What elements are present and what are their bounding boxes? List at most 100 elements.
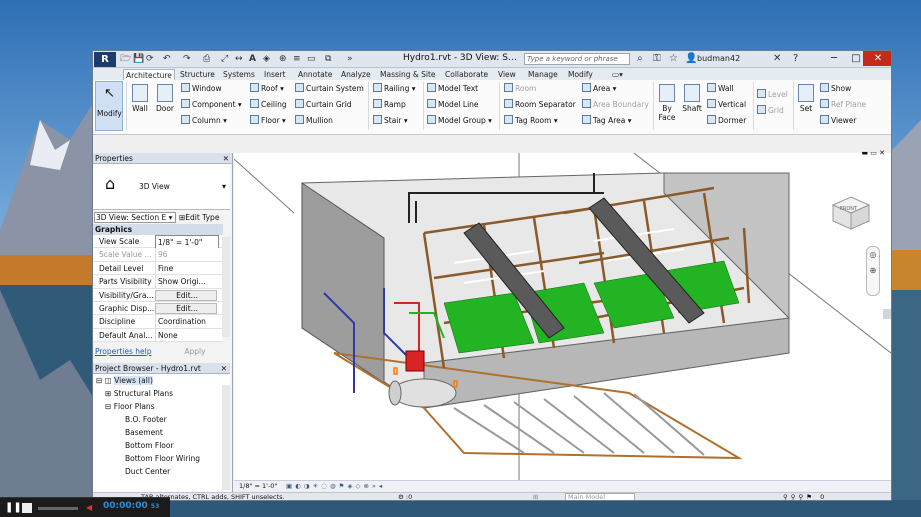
dormer-button[interactable]: Dormer xyxy=(707,115,746,126)
vertical-button[interactable]: Vertical xyxy=(707,99,746,110)
window-button[interactable]: Window xyxy=(181,83,222,94)
column-button[interactable]: Column ▾ xyxy=(181,115,227,126)
tab-insert[interactable]: Insert xyxy=(262,69,288,80)
tree-node-views-all[interactable]: ⊟ ◫ Views (all) xyxy=(93,374,230,387)
pause-icon[interactable]: ❚❚ xyxy=(5,502,22,514)
print-icon[interactable]: ⎙ xyxy=(203,54,210,65)
table-row[interactable]: Discipline Coordination xyxy=(93,315,223,329)
user-name[interactable]: budman42 xyxy=(697,54,740,63)
measure-icon[interactable]: ⤢ xyxy=(221,54,228,65)
properties-scrollbar[interactable] xyxy=(222,237,230,337)
component-button[interactable]: Component ▾ xyxy=(181,99,242,110)
design-options-icon[interactable]: ⊞ xyxy=(533,493,538,500)
tab-manage[interactable]: Manage xyxy=(526,69,560,80)
instance-dropdown[interactable]: 3D View: Section E ▾ xyxy=(94,212,176,223)
tree-item[interactable]: B.O. Footer xyxy=(93,413,230,426)
stop-icon[interactable] xyxy=(22,503,32,513)
volume-icon[interactable]: ◀ xyxy=(86,503,96,513)
seek-bar[interactable] xyxy=(38,507,78,510)
ramp-button[interactable]: Ramp xyxy=(373,99,406,110)
viewport-window-controls[interactable]: ▬ ▭ ✕ xyxy=(860,149,885,165)
redo-icon[interactable]: ↷ xyxy=(183,54,191,65)
switch-windows-icon[interactable]: ⧉ xyxy=(325,54,331,65)
tree-item[interactable]: Basement xyxy=(93,426,230,439)
tab-analyze[interactable]: Analyze xyxy=(339,69,373,80)
help-icon[interactable]: ? xyxy=(793,53,798,65)
stair-button[interactable]: Stair ▾ xyxy=(373,115,408,126)
tab-collaborate[interactable]: Collaborate xyxy=(443,69,490,80)
view-control-icons[interactable]: ▣◐◑☀◌◍⚑◈◇⊗»◂ xyxy=(286,481,385,491)
railing-button[interactable]: Railing ▾ xyxy=(373,83,416,94)
mullion-button[interactable]: Mullion xyxy=(295,115,333,126)
shaft-button[interactable]: Shaft xyxy=(680,84,704,113)
navigation-bar[interactable]: ◎ ⊕ xyxy=(866,246,880,296)
view-scale[interactable]: 1/8" = 1'-0" xyxy=(239,481,277,491)
curtain-grid-button[interactable]: Curtain Grid xyxy=(295,99,352,110)
binoculars-icon[interactable]: ⌕ xyxy=(637,53,643,65)
tab-annotate[interactable]: Annotate xyxy=(296,69,334,80)
curtain-system-button[interactable]: Curtain System xyxy=(295,83,364,94)
wall-button[interactable]: Wall xyxy=(129,84,151,113)
dimension-icon[interactable]: ↔ xyxy=(235,54,243,65)
set-button[interactable]: Set xyxy=(795,84,817,113)
tree-item[interactable]: Duct Center xyxy=(93,465,230,478)
viewer-button[interactable]: Viewer xyxy=(820,115,857,126)
tree-item[interactable]: Bottom Floor Wiring xyxy=(93,452,230,465)
opening-wall-button[interactable]: Wall xyxy=(707,83,734,94)
default-3d-icon[interactable]: ◈ xyxy=(263,54,270,65)
3d-model-view[interactable] xyxy=(234,153,891,480)
table-row[interactable]: Detail Level Fine xyxy=(93,261,223,276)
close-button[interactable]: ✕ xyxy=(863,51,891,66)
exchange-icon[interactable]: ✕ xyxy=(773,53,781,65)
tree-node-floor-plans[interactable]: ⊟ Floor Plans xyxy=(93,400,230,413)
open-icon[interactable]: 🗁 xyxy=(120,54,131,65)
save-icon[interactable]: 💾 xyxy=(133,54,144,65)
close-hidden-icon[interactable]: ▭ xyxy=(307,54,316,65)
tab-view[interactable]: View xyxy=(496,69,518,80)
worksets-icon[interactable]: ⚙ :0 xyxy=(398,493,412,500)
star-icon[interactable]: ☆ xyxy=(669,53,678,65)
selection-filter-icons[interactable]: ⚲⚲⚲⚑ 0 xyxy=(783,493,827,500)
model-dropdown[interactable]: Main Model xyxy=(565,493,635,500)
section-icon[interactable]: ⊕ xyxy=(279,54,287,65)
tab-structure[interactable]: Structure xyxy=(178,69,217,80)
ribbon-toggle-icon[interactable]: ▭▾ xyxy=(610,69,625,80)
project-browser-scrollbar[interactable] xyxy=(222,385,230,490)
by-face-button[interactable]: By Face xyxy=(655,84,679,122)
grid-button[interactable]: Grid xyxy=(757,105,784,116)
apply-button[interactable]: Apply xyxy=(171,346,219,358)
zoom-icon[interactable]: ⊕ xyxy=(867,263,879,279)
search-input[interactable]: Type a keyword or phrase xyxy=(524,53,630,65)
area-button[interactable]: Area ▾ xyxy=(582,83,616,94)
level-button[interactable]: Level xyxy=(757,89,788,100)
tag-area-button[interactable]: Tag Area ▾ xyxy=(582,115,632,126)
tree-node-structural-plans[interactable]: ⊞ Structural Plans xyxy=(93,387,230,400)
revit-logo-icon[interactable]: R xyxy=(94,52,116,67)
show-button[interactable]: Show xyxy=(820,83,851,94)
ceiling-button[interactable]: Ceiling xyxy=(250,99,287,110)
modify-button[interactable]: ↖ Modify xyxy=(95,81,123,131)
minimize-button[interactable]: ─ xyxy=(823,51,845,66)
edit-type-button[interactable]: ⊞Edit Type xyxy=(179,211,219,224)
model-group-button[interactable]: Model Group ▾ xyxy=(427,115,492,126)
tab-architecture[interactable]: Architecture xyxy=(123,69,175,80)
room-separator-button[interactable]: Room Separator xyxy=(504,99,576,110)
table-row[interactable]: Graphic Disp... Edit... xyxy=(93,301,223,316)
close-icon[interactable]: ✕ xyxy=(221,363,227,374)
3d-viewport[interactable] xyxy=(234,153,891,480)
edit-button[interactable]: Edit... xyxy=(155,289,217,301)
room-button[interactable]: Room xyxy=(504,83,536,94)
undo-icon[interactable]: ↶ xyxy=(163,54,171,65)
model-text-button[interactable]: Model Text xyxy=(427,83,478,94)
sync-icon[interactable]: ⟳ xyxy=(146,54,154,65)
table-row[interactable]: Scale Value ... 96 xyxy=(93,248,223,262)
table-row[interactable]: Visibility/Gra... Edit... xyxy=(93,288,223,302)
thin-lines-icon[interactable]: ≡ xyxy=(293,54,301,65)
properties-help-link[interactable]: Properties help xyxy=(95,346,152,358)
tree-item[interactable]: Bottom Floor xyxy=(93,439,230,452)
steering-wheel-icon[interactable]: ◎ xyxy=(867,247,879,263)
table-row[interactable]: Parts Visibility Show Origi... xyxy=(93,275,223,289)
ref-plane-button[interactable]: Ref Plane xyxy=(820,99,866,110)
section-header[interactable]: Graphics xyxy=(93,224,223,235)
tab-massing-site[interactable]: Massing & Site xyxy=(378,69,438,80)
